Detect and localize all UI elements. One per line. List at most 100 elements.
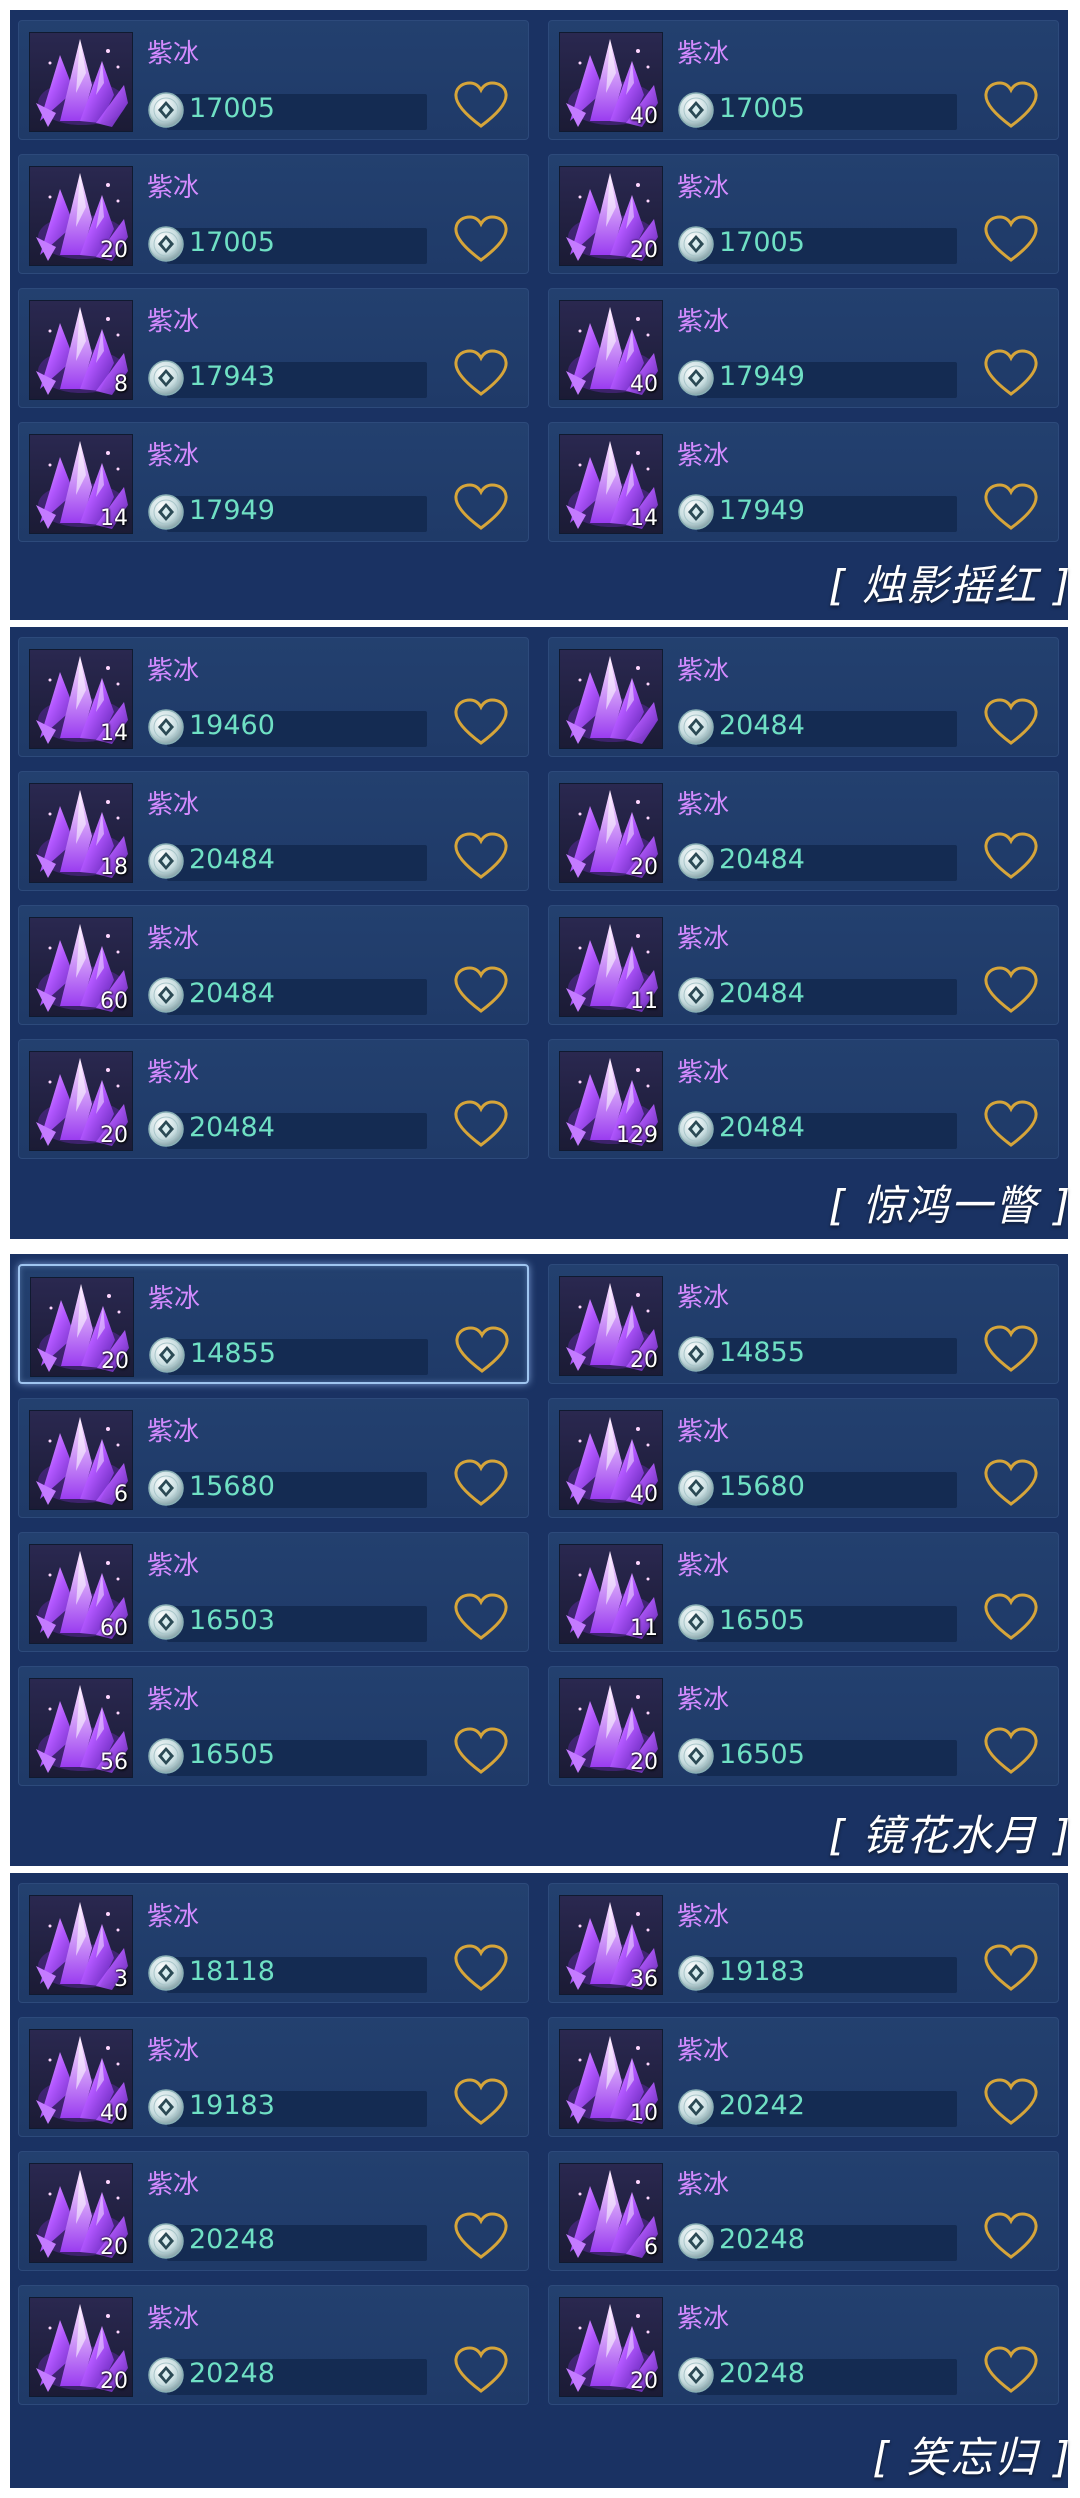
purple-ice-crystal-icon[interactable]: 20 [559,1276,663,1376]
heart-outline-icon[interactable] [452,482,510,532]
purple-ice-crystal-icon[interactable]: 40 [559,32,663,132]
heart-outline-icon[interactable] [982,1592,1040,1642]
purple-ice-crystal-icon[interactable]: 6 [559,2163,663,2263]
listing-card[interactable]: 40 紫冰 15680 [548,1398,1059,1518]
purple-ice-crystal-icon[interactable]: 20 [30,1277,134,1377]
listing-card[interactable]: 20 紫冰 17005 [548,154,1059,274]
heart-outline-icon[interactable] [982,965,1040,1015]
purple-ice-crystal-icon[interactable]: 20 [29,2297,133,2397]
purple-ice-crystal-icon[interactable] [29,32,133,132]
heart-outline-icon[interactable] [982,348,1040,398]
listing-card[interactable]: 3 紫冰 18118 [18,1883,529,2003]
heart-outline-icon[interactable] [452,214,510,264]
purple-ice-crystal-icon[interactable] [559,649,663,749]
heart-outline-icon[interactable] [452,2345,510,2395]
heart-outline-icon[interactable] [982,80,1040,130]
purple-ice-crystal-icon[interactable]: 18 [29,783,133,883]
silver-coin-icon [147,1737,185,1775]
heart-outline-icon[interactable] [982,697,1040,747]
purple-ice-crystal-icon[interactable]: 20 [29,1051,133,1151]
listing-card[interactable]: 14 紫冰 19460 [18,637,529,757]
purple-ice-crystal-icon[interactable]: 6 [29,1410,133,1510]
listing-card[interactable]: 20 紫冰 20484 [18,1039,529,1159]
heart-outline-icon[interactable] [452,2077,510,2127]
listing-card[interactable]: 8 紫冰 17943 [18,288,529,408]
purple-ice-crystal-icon[interactable]: 40 [559,300,663,400]
listing-card[interactable]: 20 紫冰 17005 [18,154,529,274]
item-price: 20484 [719,844,805,875]
purple-ice-crystal-icon[interactable]: 20 [559,166,663,266]
listing-card[interactable]: 18 紫冰 20484 [18,771,529,891]
purple-ice-crystal-icon[interactable]: 20 [559,1678,663,1778]
listing-card[interactable]: 20 紫冰 14855 [18,1264,529,1384]
heart-outline-icon[interactable] [982,1099,1040,1149]
heart-outline-icon[interactable] [982,1943,1040,1993]
listing-card[interactable]: 20 紫冰 20484 [548,771,1059,891]
purple-ice-crystal-icon[interactable]: 20 [559,2297,663,2397]
listing-card[interactable]: 56 紫冰 16505 [18,1666,529,1786]
heart-outline-icon[interactable] [982,1458,1040,1508]
purple-ice-crystal-icon[interactable]: 36 [559,1895,663,1995]
heart-outline-icon[interactable] [982,2345,1040,2395]
heart-outline-icon[interactable] [982,2077,1040,2127]
listing-card[interactable]: 6 紫冰 20248 [548,2151,1059,2271]
purple-ice-crystal-icon[interactable]: 40 [559,1410,663,1510]
purple-ice-crystal-icon[interactable]: 56 [29,1678,133,1778]
listing-card[interactable]: 20 紫冰 20248 [18,2151,529,2271]
listing-card[interactable]: 14 紫冰 17949 [18,422,529,542]
purple-ice-crystal-icon[interactable]: 20 [559,783,663,883]
purple-ice-crystal-icon[interactable]: 10 [559,2029,663,2129]
heart-outline-icon[interactable] [452,965,510,1015]
purple-ice-crystal-icon[interactable]: 20 [29,166,133,266]
purple-ice-crystal-icon[interactable]: 14 [559,434,663,534]
purple-ice-crystal-icon[interactable]: 3 [29,1895,133,1995]
listing-card[interactable]: 40 紫冰 17005 [548,20,1059,140]
purple-ice-crystal-icon[interactable]: 11 [559,1544,663,1644]
heart-outline-icon[interactable] [982,482,1040,532]
heart-outline-icon[interactable] [452,1726,510,1776]
listing-card[interactable]: 11 紫冰 20484 [548,905,1059,1025]
listing-card[interactable]: 20 紫冰 20248 [548,2285,1059,2405]
heart-outline-icon[interactable] [452,831,510,881]
heart-outline-icon[interactable] [452,697,510,747]
heart-outline-icon[interactable] [452,2211,510,2261]
heart-outline-icon[interactable] [452,1943,510,1993]
listing-card[interactable]: 129 紫冰 20484 [548,1039,1059,1159]
heart-outline-icon[interactable] [452,1592,510,1642]
listing-card[interactable]: 36 紫冰 19183 [548,1883,1059,2003]
listing-card[interactable]: 60 紫冰 20484 [18,905,529,1025]
purple-ice-crystal-icon[interactable]: 8 [29,300,133,400]
purple-ice-crystal-icon[interactable]: 14 [29,649,133,749]
heart-outline-icon[interactable] [982,831,1040,881]
purple-ice-crystal-icon[interactable]: 11 [559,917,663,1017]
listing-card[interactable]: 6 紫冰 15680 [18,1398,529,1518]
purple-ice-crystal-icon[interactable]: 60 [29,917,133,1017]
purple-ice-crystal-icon[interactable]: 14 [29,434,133,534]
heart-outline-icon[interactable] [452,348,510,398]
listing-card[interactable]: 60 紫冰 16503 [18,1532,529,1652]
heart-outline-icon[interactable] [982,1726,1040,1776]
listing-card[interactable]: 11 紫冰 16505 [548,1532,1059,1652]
item-price: 15680 [189,1471,275,1502]
listing-card[interactable]: 10 紫冰 20242 [548,2017,1059,2137]
heart-outline-icon[interactable] [982,214,1040,264]
listing-card[interactable]: 20 紫冰 16505 [548,1666,1059,1786]
listing-card[interactable]: 紫冰 20484 [548,637,1059,757]
heart-outline-icon[interactable] [452,80,510,130]
listing-card[interactable]: 20 紫冰 14855 [548,1264,1059,1384]
purple-ice-crystal-icon[interactable]: 20 [29,2163,133,2263]
item-name: 紫冰 [677,39,730,69]
heart-outline-icon[interactable] [452,1099,510,1149]
listing-card[interactable]: 40 紫冰 19183 [18,2017,529,2137]
heart-outline-icon[interactable] [453,1325,511,1375]
purple-ice-crystal-icon[interactable]: 129 [559,1051,663,1151]
heart-outline-icon[interactable] [982,2211,1040,2261]
purple-ice-crystal-icon[interactable]: 60 [29,1544,133,1644]
heart-outline-icon[interactable] [982,1324,1040,1374]
heart-outline-icon[interactable] [452,1458,510,1508]
listing-card[interactable]: 14 紫冰 17949 [548,422,1059,542]
listing-card[interactable]: 20 紫冰 20248 [18,2285,529,2405]
listing-card[interactable]: 紫冰 17005 [18,20,529,140]
listing-card[interactable]: 40 紫冰 17949 [548,288,1059,408]
purple-ice-crystal-icon[interactable]: 40 [29,2029,133,2129]
